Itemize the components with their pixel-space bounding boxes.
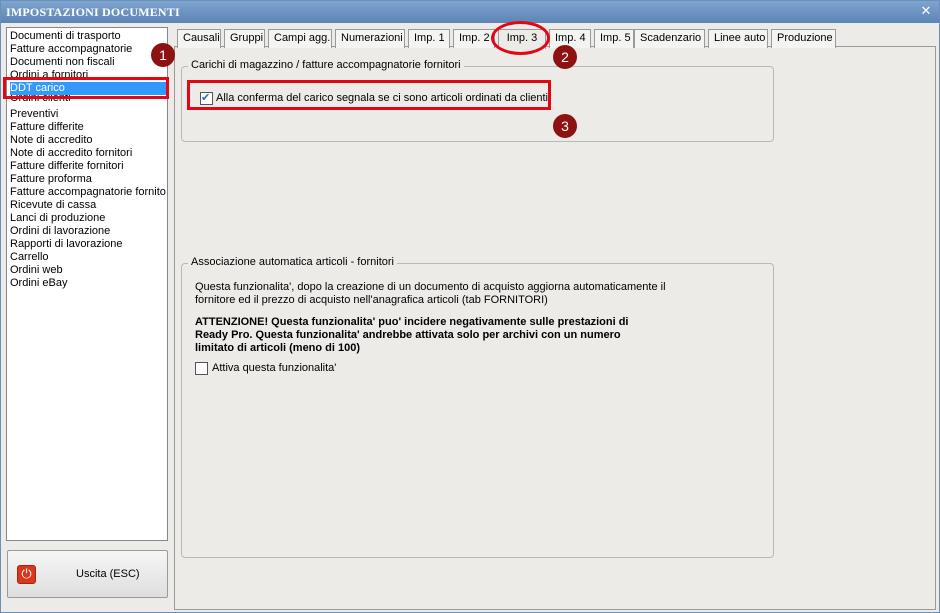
- tab-gruppi[interactable]: Gruppi: [224, 29, 265, 48]
- tab-imp-5[interactable]: Imp. 5: [594, 29, 634, 48]
- warning-line-1: ATTENZIONE! Questa funzionalita' puo' in…: [195, 316, 629, 328]
- list-item-rapporti-di-lavorazione[interactable]: Rapporti di lavorazione: [10, 238, 123, 251]
- highlight-ddt-carico: [3, 77, 169, 99]
- group-carichi-magazzino-title: Carichi di magazzino / fatture accompagn…: [188, 59, 464, 71]
- list-item-carrello[interactable]: Carrello: [10, 251, 49, 264]
- list-item-lanci-di-produzione[interactable]: Lanci di produzione: [10, 212, 105, 225]
- list-item-fatture-accompagnatorie[interactable]: Fatture accompagnatorie: [10, 43, 132, 56]
- tab-produzione[interactable]: Produzione: [771, 29, 836, 48]
- list-item-ordini-di-lavorazione[interactable]: Ordini di lavorazione: [10, 225, 110, 238]
- list-item-fatture-accompagnatorie-fornitori[interactable]: Fatture accompagnatorie fornito: [10, 186, 166, 199]
- list-item-documenti-non-fiscali[interactable]: Documenti non fiscali: [10, 56, 115, 69]
- window-title: IMPOSTAZIONI DOCUMENTI: [6, 5, 180, 19]
- list-item-preventivi[interactable]: Preventivi: [10, 108, 58, 121]
- marker-1: 1: [151, 43, 175, 67]
- tab-scadenzario[interactable]: Scadenzario: [634, 29, 705, 48]
- list-item-note-di-accredito[interactable]: Note di accredito: [10, 134, 93, 147]
- list-item-fatture-proforma[interactable]: Fatture proforma: [10, 173, 92, 186]
- list-item-ordini-web[interactable]: Ordini web: [10, 264, 63, 277]
- close-icon[interactable]: ✕: [919, 5, 933, 19]
- settings-window: IMPOSTAZIONI DOCUMENTI ✕ Documenti di tr…: [0, 0, 940, 613]
- group-associazione-articoli-fornitori: Associazione automatica articoli - forni…: [181, 256, 774, 558]
- list-item-ordini-ebay[interactable]: Ordini eBay: [10, 277, 67, 290]
- window-titlebar: IMPOSTAZIONI DOCUMENTI ✕: [1, 1, 939, 23]
- list-item-fatture-differite-fornitori[interactable]: Fatture differite fornitori: [10, 160, 124, 173]
- tab-imp-1[interactable]: Imp. 1: [408, 29, 450, 48]
- highlight-checkbox-segnala: [187, 80, 551, 110]
- tab-imp-2[interactable]: Imp. 2: [453, 29, 495, 48]
- warning-line-2: Ready Pro. Questa funzionalita' andrebbe…: [195, 329, 621, 341]
- document-type-list[interactable]: Documenti di trasporto Fatture accompagn…: [6, 27, 168, 541]
- marker-3: 3: [553, 114, 577, 138]
- description-line-2: fornitore ed il prezzo di acquisto nell'…: [195, 294, 548, 306]
- window-content: Documenti di trasporto Fatture accompagn…: [1, 21, 939, 612]
- group-associazione-title: Associazione automatica articoli - forni…: [188, 256, 397, 268]
- marker-2: 2: [553, 45, 577, 69]
- list-item-ordini-a-fornitori[interactable]: Ordini a fornitori: [10, 69, 88, 77]
- checkbox-attiva-funzionalita-label[interactable]: Attiva questa funzionalita': [212, 362, 336, 374]
- exit-button[interactable]: ⏻ Uscita (ESC): [7, 550, 168, 598]
- warning-line-3: limitato di articoli (meno di 100): [195, 342, 361, 354]
- list-item-documenti-di-trasporto[interactable]: Documenti di trasporto: [10, 30, 121, 43]
- tab-causali[interactable]: Causali: [177, 29, 221, 48]
- list-item-ricevute-di-cassa[interactable]: Ricevute di cassa: [10, 199, 96, 212]
- list-item-fatture-differite[interactable]: Fatture differite: [10, 121, 84, 134]
- list-item-note-di-accredito-fornitori[interactable]: Note di accredito fornitori: [10, 147, 132, 160]
- exit-button-label: Uscita (ESC): [76, 568, 140, 580]
- tab-numerazioni[interactable]: Numerazioni: [335, 29, 405, 48]
- highlight-tab-imp-3: [491, 21, 550, 55]
- description-line-1: Questa funzionalita', dopo la creazione …: [195, 281, 666, 293]
- tab-campi-agg[interactable]: Campi agg.: [268, 29, 332, 48]
- power-icon: ⏻: [17, 565, 36, 584]
- tab-linee-auto[interactable]: Linee auto: [708, 29, 768, 48]
- checkbox-attiva-funzionalita[interactable]: [195, 362, 208, 375]
